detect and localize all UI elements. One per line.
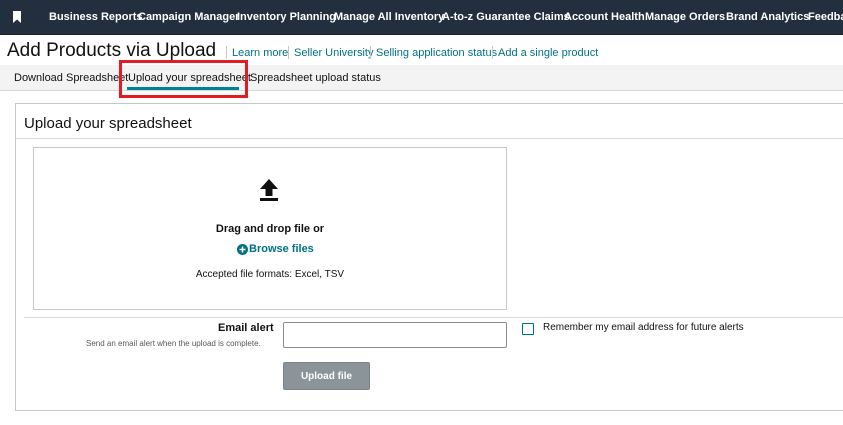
panel-divider [16, 138, 843, 139]
email-alert-help: Send an email alert when the upload is c… [86, 339, 261, 348]
header-separator [288, 46, 289, 59]
dropzone-text: Drag and drop file or [215, 223, 325, 235]
upload-arrow-icon [260, 179, 278, 201]
nav-business-reports[interactable]: Business Reports [49, 11, 143, 23]
nav-feedback[interactable]: Feedback [808, 11, 843, 23]
nav-manage-orders[interactable]: Manage Orders [645, 11, 725, 23]
remember-email-checkbox[interactable] [522, 323, 534, 335]
email-alert-label: Email alert [218, 322, 274, 334]
nav-manage-all-inventory[interactable]: Manage All Inventory [334, 11, 444, 23]
nav-account-health[interactable]: Account Health [564, 11, 645, 23]
nav-campaign-manager[interactable]: Campaign Manager [138, 11, 239, 23]
top-navigation-bar: Business Reports Campaign Manager Invent… [0, 0, 843, 35]
header-separator [492, 46, 493, 59]
learn-more-link[interactable]: Learn more [232, 47, 288, 59]
seller-university-link[interactable]: Seller University [294, 47, 373, 59]
bookmark-icon[interactable] [13, 11, 21, 23]
selling-application-status-link[interactable]: Selling application status [376, 47, 497, 59]
highlight-box [119, 60, 248, 98]
tab-download-spreadsheet[interactable]: Download Spreadsheet [14, 72, 128, 84]
upload-panel-title: Upload your spreadsheet [24, 115, 192, 132]
email-alert-input[interactable] [283, 322, 507, 348]
header-separator [226, 46, 227, 59]
upload-file-button[interactable]: Upload file [283, 362, 370, 390]
nav-a-to-z-claims[interactable]: A-to-z Guarantee Claims [442, 11, 570, 23]
nav-brand-analytics[interactable]: Brand Analytics [726, 11, 809, 23]
page-title: Add Products via Upload [7, 40, 217, 61]
form-divider [24, 317, 843, 318]
plus-circle-icon [237, 243, 248, 255]
tab-upload-status[interactable]: Spreadsheet upload status [250, 72, 381, 84]
header-separator [370, 46, 371, 59]
browse-files-link[interactable]: Browse files [237, 243, 314, 255]
browse-files-label: Browse files [249, 243, 314, 255]
accepted-formats-text: Accepted file formats: Excel, TSV [195, 269, 345, 280]
remember-email-label: Remember my email address for future ale… [543, 322, 744, 333]
nav-inventory-planning[interactable]: Inventory Planning [237, 11, 336, 23]
add-single-product-link[interactable]: Add a single product [498, 47, 598, 59]
